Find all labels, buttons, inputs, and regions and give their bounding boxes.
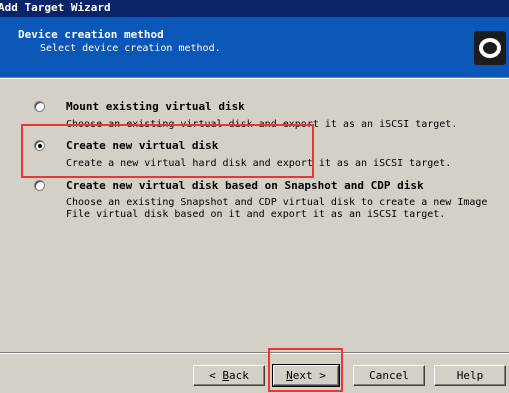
back-button[interactable]: < Back [193,365,265,386]
app-logo-icon [474,31,506,65]
radio-mount-existing[interactable] [34,101,45,112]
cancel-button[interactable]: Cancel [353,365,425,386]
annotation-highlight-next [268,348,343,392]
help-button[interactable]: Help [434,365,506,386]
annotation-highlight-option [21,124,314,178]
option-label: Create new virtual disk based on Snapsho… [66,179,424,192]
page-subtitle: Select device creation method. [40,43,221,54]
window-titlebar[interactable]: Add Target Wizard [0,0,509,17]
page-title: Device creation method [18,28,164,41]
option-label: Mount existing virtual disk [66,100,245,113]
wizard-header: Device creation method Select device cre… [0,17,509,77]
window-title: Add Target Wizard [0,1,111,14]
radio-create-from-snapshot[interactable] [34,180,45,191]
option-description: File virtual disk based on it and export… [66,209,446,220]
